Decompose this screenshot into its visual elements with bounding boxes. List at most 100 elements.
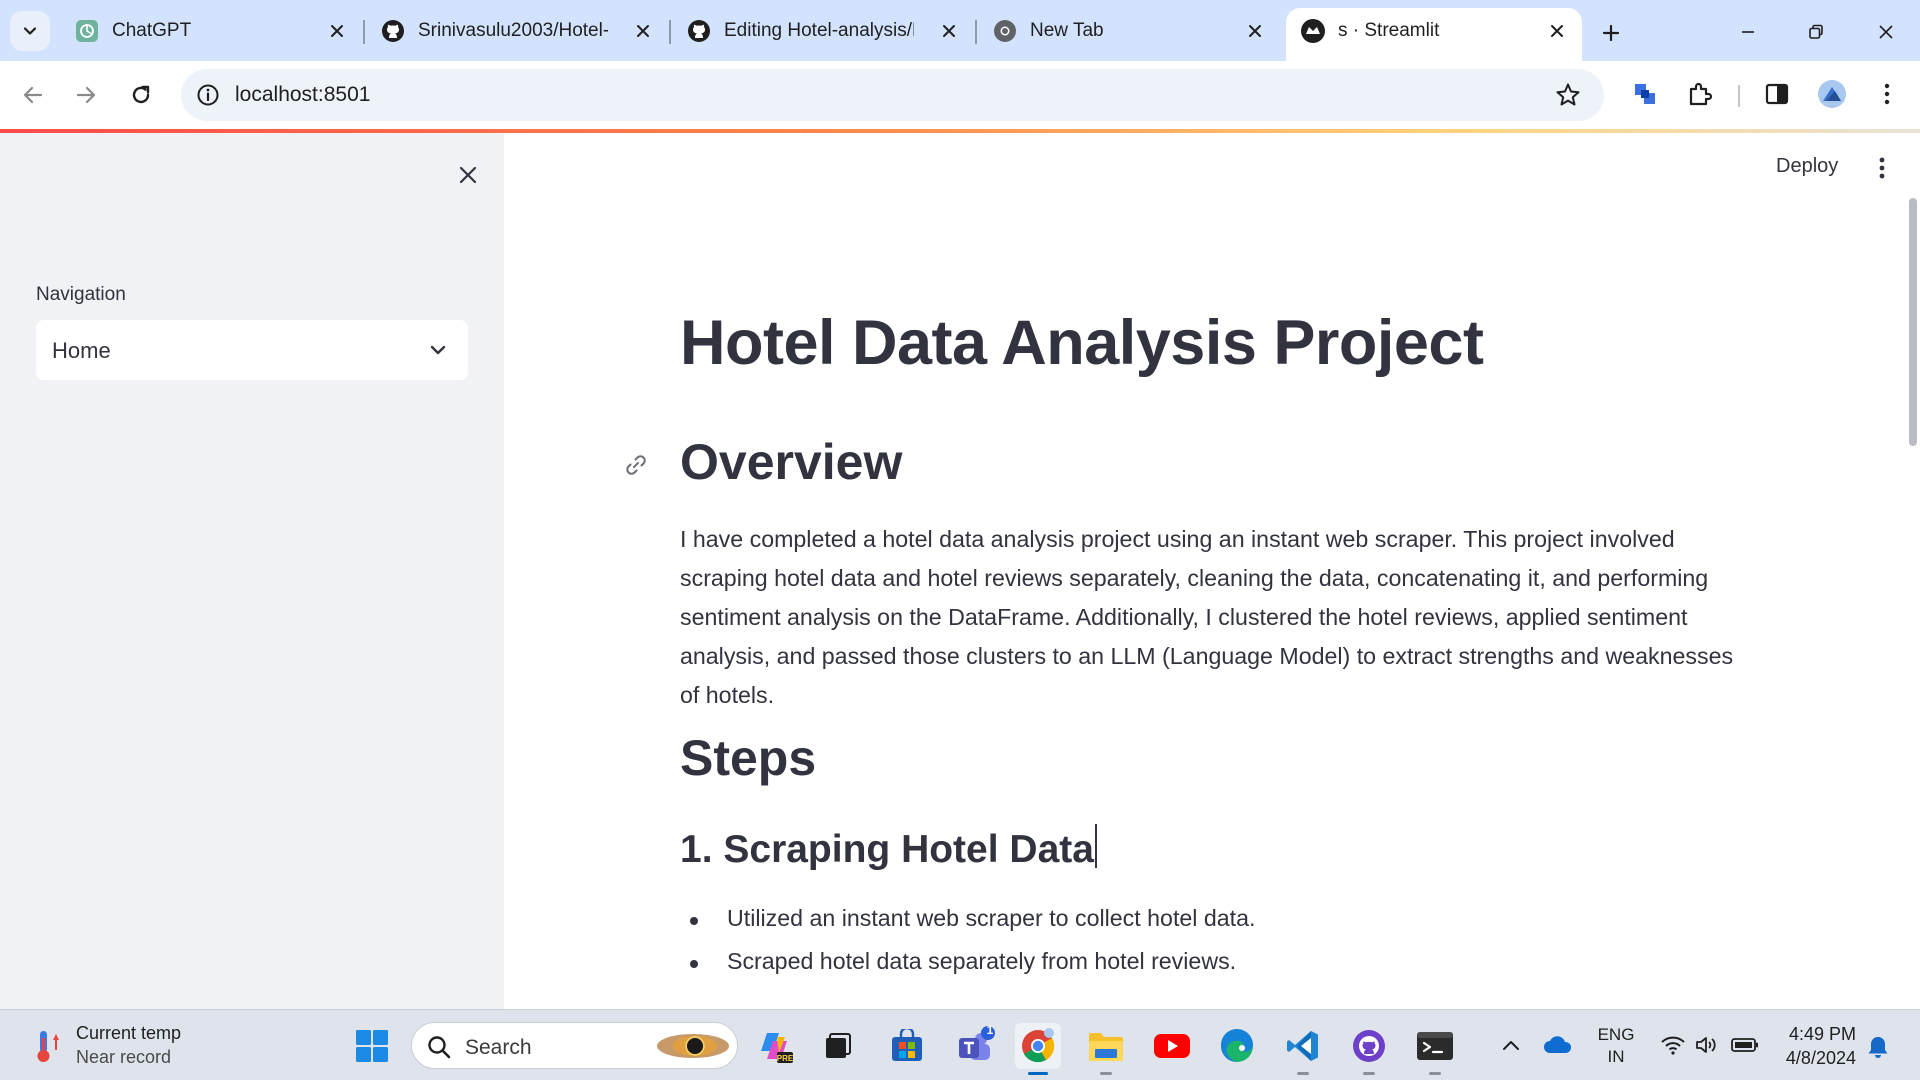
chatgpt-icon (74, 18, 100, 44)
teams-taskbar-app[interactable]: 1 (952, 1023, 998, 1069)
minimize-button[interactable] (1728, 14, 1768, 50)
collapse-sidebar-button[interactable] (450, 157, 486, 193)
tab-new-tab[interactable]: New Tab (978, 8, 1280, 61)
running-indicator (1100, 1072, 1112, 1075)
close-icon[interactable] (1244, 20, 1266, 42)
avatar (1818, 80, 1846, 108)
info-icon[interactable] (195, 82, 221, 108)
bell-icon (1868, 1037, 1888, 1058)
address-bar[interactable]: localhost:8501 (181, 69, 1604, 121)
windows-icon (356, 1030, 388, 1062)
show-hidden-icons-button[interactable] (1496, 1030, 1526, 1060)
teams-badge: 1 (986, 1023, 994, 1037)
list-item-text: Scraped hotel data separately from hotel… (727, 948, 1237, 974)
bookmark-star-icon[interactable] (1554, 81, 1582, 109)
speaker-icon (1696, 1037, 1716, 1053)
forward-button[interactable] (66, 75, 106, 115)
close-icon[interactable] (938, 20, 960, 42)
weather-subtitle: Near record (76, 1047, 172, 1067)
clock-date: 4/8/2024 (1785, 1048, 1856, 1068)
scrollbar-thumb[interactable] (1909, 198, 1917, 446)
translate-extension-button[interactable] (1628, 77, 1662, 111)
tab-title: Editing Hotel-analysis/README (724, 20, 914, 41)
side-panel-button[interactable] (1760, 77, 1794, 111)
tab-title: Srinivasulu2003/Hotel-analysis (418, 20, 608, 41)
url-text: localhost:8501 (235, 83, 371, 106)
github-desktop-taskbar-app[interactable] (1346, 1023, 1392, 1075)
taskbar-search-box[interactable]: Search (411, 1022, 738, 1069)
onedrive-tray-button[interactable] (1543, 1030, 1573, 1060)
deploy-button[interactable]: Deploy (1776, 155, 1838, 178)
arrow-left-icon (23, 86, 43, 104)
tab-title: New Tab (1030, 20, 1104, 41)
tab-strip: ChatGPT Srinivasulu2003/Hotel-analysis E… (0, 0, 1920, 61)
steps-heading: Steps (680, 730, 817, 786)
task-view-taskbar-app[interactable] (815, 1023, 861, 1069)
terminal-taskbar-app[interactable] (1412, 1023, 1458, 1075)
minimize-icon (1742, 31, 1754, 33)
restore-button[interactable] (1796, 14, 1836, 50)
github-icon (686, 18, 712, 44)
tab-separator (669, 20, 671, 44)
close-icon[interactable] (326, 20, 348, 42)
notifications-button[interactable] (1863, 1032, 1893, 1062)
streamlit-icon (1300, 18, 1326, 44)
reload-button[interactable] (121, 75, 161, 115)
start-button[interactable] (349, 1023, 395, 1069)
close-icon[interactable] (632, 20, 654, 42)
search-highlight-eclipse-icon (657, 1034, 729, 1058)
browser-toolbar: localhost:8501 (0, 61, 1920, 129)
battery-icon (1731, 1038, 1758, 1052)
running-indicator (1429, 1072, 1441, 1075)
file-explorer-taskbar-app[interactable] (1083, 1023, 1129, 1075)
text-cursor (1094, 824, 1097, 868)
language-indicator[interactable]: ENG IN (1596, 1024, 1636, 1068)
back-button[interactable] (13, 75, 53, 115)
running-indicator (1297, 1072, 1309, 1075)
overview-paragraph: I have completed a hotel data analysis p… (680, 526, 1734, 708)
vscode-taskbar-app[interactable] (1280, 1023, 1326, 1075)
volume-tray-button[interactable] (1692, 1030, 1722, 1060)
profile-button[interactable] (1815, 77, 1849, 111)
sidebar: Navigation Home (0, 133, 504, 1009)
chrome-taskbar-app[interactable] (1015, 1023, 1061, 1075)
tab-separator (975, 20, 977, 44)
tab-chatgpt[interactable]: ChatGPT (60, 8, 362, 61)
kebab-menu-icon (1879, 157, 1885, 179)
wifi-tray-button[interactable] (1658, 1030, 1688, 1060)
tab-streamlit[interactable]: s · Streamlit (1286, 8, 1582, 61)
github-desktop-icon (1353, 1030, 1385, 1062)
chrome-menu-button[interactable] (1870, 77, 1904, 111)
list-item: Scraped hotel data separately from hotel… (680, 948, 1255, 991)
weather-title: Current temp (76, 1023, 182, 1043)
reload-icon (132, 85, 150, 104)
tab-title: ChatGPT (112, 20, 192, 41)
copilot-icon: PRE (761, 1033, 794, 1063)
battery-tray-button[interactable] (1730, 1030, 1760, 1060)
taskbar: Current temp Near record Search PRE 1 EN… (0, 1009, 1920, 1080)
navigation-select[interactable]: Home (36, 320, 468, 380)
tab-search-button[interactable] (10, 11, 50, 51)
window-close-button[interactable] (1866, 14, 1906, 50)
youtube-taskbar-app[interactable] (1149, 1023, 1195, 1069)
plus-icon (1602, 24, 1620, 42)
tab-title: s · Streamlit (1338, 20, 1440, 41)
app-menu-button[interactable] (1870, 153, 1894, 183)
tab-github-repo[interactable]: Srinivasulu2003/Hotel-analysis (366, 8, 668, 61)
close-icon[interactable] (1546, 20, 1568, 42)
step-1-bullet-list: Utilized an instant web scraper to colle… (680, 905, 1255, 991)
step-1-heading-text: 1. Scraping Hotel Data (680, 828, 1094, 871)
clock[interactable]: 4:49 PM 4/8/2024 (1776, 1022, 1856, 1070)
store-icon (892, 1029, 922, 1061)
page-title: Hotel Data Analysis Project (680, 308, 1484, 378)
wifi-icon (1661, 1036, 1685, 1055)
edge-taskbar-app[interactable] (1214, 1023, 1260, 1069)
arrow-right-icon (76, 86, 96, 104)
search-icon (428, 1036, 451, 1059)
copilot-taskbar-app[interactable]: PRE (753, 1023, 799, 1069)
extensions-button[interactable] (1683, 77, 1717, 111)
tab-github-editing[interactable]: Editing Hotel-analysis/README (672, 8, 974, 61)
microsoft-store-taskbar-app[interactable] (884, 1023, 930, 1069)
new-tab-button[interactable] (1594, 16, 1628, 50)
link-icon[interactable] (622, 451, 650, 479)
